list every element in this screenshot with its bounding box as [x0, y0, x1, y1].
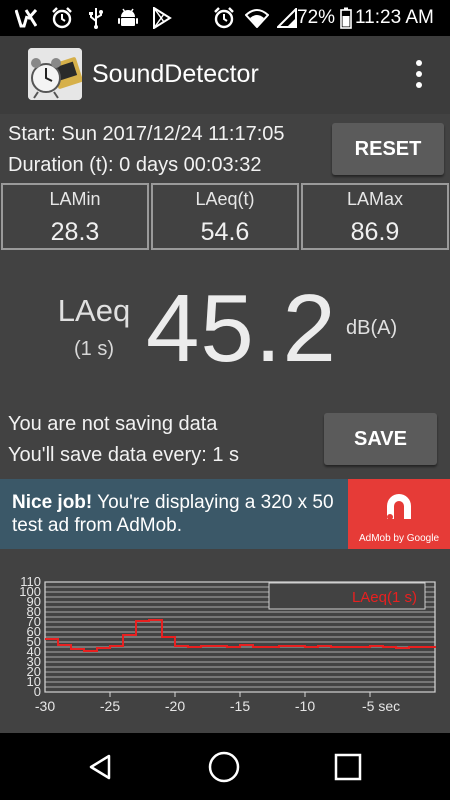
saving-interval: You'll save data every: 1 s — [8, 444, 239, 466]
admob-logo-icon — [387, 494, 411, 520]
series-line-laeq — [45, 619, 436, 652]
stat-value: 86.9 — [350, 218, 400, 246]
recents-icon[interactable] — [328, 747, 368, 787]
duration: Duration (t): 0 days 00:03:32 — [8, 154, 262, 176]
stat-label: LAMin — [49, 189, 101, 209]
stat-value: 28.3 — [50, 218, 100, 246]
saving-status: You are not saving data — [8, 413, 218, 435]
x-tick-label: -20 — [165, 698, 185, 714]
battery-percent: 72% — [297, 7, 336, 28]
y-tick-label: 110 — [20, 574, 41, 589]
ad-text: Nice job! You're displaying a 320 x 50 t… — [12, 491, 342, 537]
x-tick-label: -10 — [295, 698, 315, 714]
home-icon[interactable] — [204, 747, 244, 787]
app-bar: SoundDetector — [0, 36, 450, 114]
app-logo-icon — [28, 48, 82, 100]
usb-icon — [86, 6, 106, 30]
current-level-value: 45.2 — [146, 275, 337, 382]
save-button[interactable]: SAVE — [324, 413, 437, 465]
stat-lamin: LAMin 28.3 — [1, 183, 149, 250]
stat-value: 54.6 — [200, 218, 250, 246]
battery-icon — [339, 6, 353, 30]
start-time: Start: Sun 2017/12/24 11:17:05 — [8, 123, 285, 145]
legend-label: LAeq(1 s) — [352, 589, 417, 606]
stat-label: LAeq(t) — [195, 189, 255, 209]
stat-lamax: LAMax 86.9 — [301, 183, 449, 250]
vpn-key-icon — [14, 6, 38, 30]
stat-laeq-t: LAeq(t) 54.6 — [151, 183, 299, 250]
x-tick-label: -5 sec — [362, 698, 400, 714]
alarm-icon — [212, 6, 236, 30]
wifi-icon — [244, 6, 270, 30]
measurement-panel: Start: Sun 2017/12/24 11:17:05 Duration … — [0, 114, 450, 479]
current-level-label: LAeq — [57, 293, 131, 328]
android-icon — [116, 6, 140, 30]
x-tick-label: -30 — [35, 698, 55, 714]
current-level-interval: (1 s) — [74, 338, 114, 360]
x-tick-label: -25 — [100, 698, 120, 714]
alarm-icon — [50, 6, 74, 30]
app-title: SoundDetector — [92, 60, 259, 88]
ad-brand: AdMob by Google — [358, 533, 440, 544]
reset-button[interactable]: RESET — [332, 123, 444, 175]
play-store-icon — [150, 6, 174, 30]
ad-banner[interactable]: Nice job! You're displaying a 320 x 50 t… — [0, 479, 450, 549]
signal-icon — [276, 6, 298, 30]
chart-svg: 0102030405060708090100110 -30 -25 -20 -15 -1… — [19, 574, 436, 714]
status-bar: 72% 11:23 AM — [0, 0, 450, 36]
current-level-unit: dB(A) — [346, 317, 398, 339]
back-icon[interactable] — [80, 747, 120, 787]
ad-headline: Nice job! — [12, 492, 93, 513]
admob-logo[interactable]: AdMob by Google — [348, 479, 450, 549]
navigation-bar — [0, 733, 450, 800]
overflow-menu-icon[interactable] — [404, 56, 434, 92]
level-history-chart: 0 10 20 30 40 50 60 70 80 90 100 110 -30 -25 -20 -15 -1… — [0, 549, 450, 733]
clock: 11:23 AM — [355, 7, 434, 28]
stat-label: LAMax — [346, 189, 404, 209]
x-tick-label: -15 — [230, 698, 250, 714]
